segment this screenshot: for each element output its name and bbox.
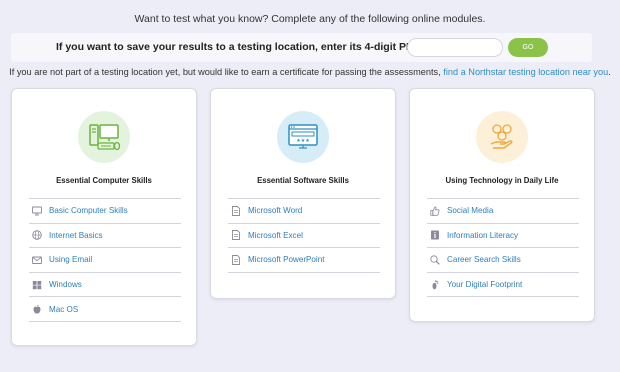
pin-input[interactable]	[407, 38, 503, 57]
module-list: Basic Computer Skills Internet Basics Us…	[29, 198, 181, 322]
module-social-media[interactable]: Social Media	[427, 199, 579, 224]
magnifier-icon	[430, 255, 440, 265]
windows-icon	[32, 280, 42, 290]
module-windows[interactable]: Windows	[29, 273, 181, 298]
module-label: Microsoft PowerPoint	[248, 255, 325, 265]
module-label: Your Digital Footprint	[447, 280, 523, 290]
module-using-email[interactable]: Using Email	[29, 248, 181, 273]
module-microsoft-powerpoint[interactable]: Microsoft PowerPoint	[228, 248, 380, 273]
find-testing-location-link[interactable]: find a Northstar testing location near y…	[443, 67, 608, 77]
apple-icon	[32, 304, 42, 314]
module-list: Microsoft Word Microsoft Excel Microsoft…	[228, 198, 380, 273]
card-title: Essential Software Skills	[257, 176, 349, 185]
computer-icon	[78, 111, 130, 163]
go-button[interactable]: GO	[508, 38, 548, 57]
module-career-search-skills[interactable]: Career Search Skills	[427, 248, 579, 273]
module-card-software: ★★★ Essential Software Skills Microsoft …	[210, 88, 396, 299]
testing-location-note: If you are not part of a testing locatio…	[0, 67, 620, 77]
module-label: Using Email	[49, 255, 93, 265]
document-icon	[231, 205, 241, 216]
module-internet-basics[interactable]: Internet Basics	[29, 224, 181, 249]
module-basic-computer-skills[interactable]: Basic Computer Skills	[29, 199, 181, 224]
card-title: Using Technology in Daily Life	[445, 176, 559, 185]
envelope-icon	[32, 255, 42, 265]
monitor-icon	[32, 206, 42, 216]
module-label: Information Literacy	[447, 230, 519, 240]
module-card-daily-life: Using Technology in Daily Life Social Me…	[409, 88, 595, 322]
module-mac-os[interactable]: Mac OS	[29, 297, 181, 322]
module-label: Social Media	[447, 206, 494, 216]
svg-text:★★★: ★★★	[296, 138, 310, 144]
module-label: Basic Computer Skills	[49, 206, 128, 216]
card-title: Essential Computer Skills	[56, 176, 152, 185]
note-period: .	[608, 67, 611, 77]
document-icon	[231, 255, 241, 265]
module-label: Windows	[49, 280, 82, 290]
module-list: Social Media Information Literacy Career…	[427, 198, 579, 298]
module-card-computer: Essential Computer Skills Basic Computer…	[11, 88, 197, 346]
document-icon	[231, 230, 241, 241]
footprint-icon	[430, 279, 440, 290]
pin-bar: If you want to save your results to a te…	[11, 33, 592, 62]
hand-social-icon	[476, 111, 528, 163]
note-text: If you are not part of a testing locatio…	[9, 67, 441, 77]
module-label: Mac OS	[49, 304, 79, 314]
intro-text: Want to test what you know? Complete any…	[134, 13, 486, 25]
info-icon	[430, 230, 440, 240]
module-information-literacy[interactable]: Information Literacy	[427, 224, 579, 249]
globe-icon	[32, 230, 42, 241]
module-microsoft-word[interactable]: Microsoft Word	[228, 199, 380, 224]
module-your-digital-footprint[interactable]: Your Digital Footprint	[427, 273, 579, 298]
module-microsoft-excel[interactable]: Microsoft Excel	[228, 224, 380, 249]
module-label: Career Search Skills	[447, 255, 521, 265]
module-label: Internet Basics	[49, 230, 103, 240]
browser-window-icon: ★★★	[277, 111, 329, 163]
module-label: Microsoft Word	[248, 206, 303, 216]
thumbs-up-icon	[430, 206, 440, 216]
module-label: Microsoft Excel	[248, 230, 303, 240]
